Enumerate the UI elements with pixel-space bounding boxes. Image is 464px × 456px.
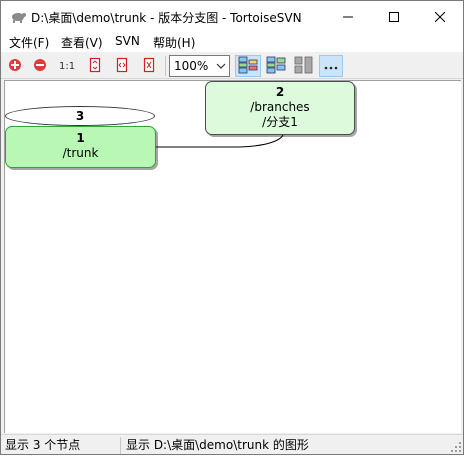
toolbar: 1:1 100% — [1, 52, 463, 79]
zoom-out-button[interactable] — [29, 55, 51, 77]
trunk-node[interactable]: 1 /trunk — [5, 126, 156, 168]
status-node-count: 显示 3 个节点 — [1, 437, 121, 454]
zoom-100-icon: 1:1 — [58, 58, 76, 75]
show-head-button[interactable] — [263, 55, 289, 77]
window-title: D:\桌面\demo\trunk - 版本分支图 - TortoiseSVN — [31, 11, 302, 25]
zoom-select[interactable]: 100% — [169, 55, 230, 77]
zoom-in-icon — [8, 58, 22, 75]
zoom-fit-width-button[interactable] — [138, 55, 160, 77]
toolbar-separator — [165, 56, 166, 76]
status-bar: 显示 3 个节点 显示 D:\桌面\demo\trunk 的图形 — [1, 434, 463, 454]
zoom-in-button[interactable] — [4, 55, 26, 77]
zoom-fit-all-icon — [116, 57, 128, 76]
zoom-fit-height-button[interactable] — [84, 55, 106, 77]
ellipse-rev-label: 3 — [75, 109, 85, 123]
zoom-fit-all-button[interactable] — [111, 55, 133, 77]
menu-help[interactable]: 帮助(H) — [151, 34, 197, 51]
close-button[interactable] — [417, 1, 463, 32]
more-options-button[interactable] — [319, 55, 343, 77]
revision-graph-canvas[interactable]: 3 1 /trunk 2 /branches /分支1 — [4, 80, 461, 433]
more-options-icon — [324, 59, 338, 73]
zoom-fit-height-icon — [89, 57, 101, 76]
menu-view[interactable]: 查看(V) — [59, 34, 105, 51]
node-revision: 2 — [275, 85, 285, 99]
status-graph-path: 显示 D:\桌面\demo\trunk 的图形 — [126, 438, 309, 452]
resize-grip-icon[interactable] — [450, 441, 462, 453]
app-window: D:\桌面\demo\trunk - 版本分支图 - TortoiseSVN 文… — [0, 0, 464, 455]
show-head-icon — [266, 56, 286, 77]
maximize-button[interactable] — [371, 1, 417, 32]
node-path: /trunk — [62, 146, 99, 160]
node-branch-name: /分支1 — [262, 115, 298, 129]
menu-file[interactable]: 文件(F) — [7, 34, 51, 51]
zoom-100-button[interactable]: 1:1 — [56, 55, 78, 77]
zoom-fit-width-icon — [143, 57, 155, 76]
zoom-out-icon — [33, 58, 47, 75]
zoom-value: 100% — [174, 59, 209, 73]
revision-node-ellipse[interactable]: 3 — [5, 106, 155, 126]
chevron-down-icon — [213, 56, 229, 76]
title-bar: D:\桌面\demo\trunk - 版本分支图 - TortoiseSVN — [1, 1, 463, 32]
menu-bar: 文件(F) 查看(V) SVN 帮助(H) — [1, 32, 463, 52]
group-branches-button[interactable] — [235, 55, 261, 77]
fold-tags-icon — [294, 56, 314, 77]
node-revision: 1 — [76, 131, 85, 145]
tortoise-icon — [10, 9, 26, 23]
minimize-button[interactable] — [325, 1, 371, 32]
svg-text:1:1: 1:1 — [59, 61, 75, 72]
fold-tags-button[interactable] — [291, 55, 317, 77]
group-branches-icon — [238, 56, 258, 77]
menu-svn[interactable]: SVN — [113, 34, 142, 48]
node-path: /branches — [250, 100, 310, 114]
branch-node[interactable]: 2 /branches /分支1 — [205, 81, 355, 135]
